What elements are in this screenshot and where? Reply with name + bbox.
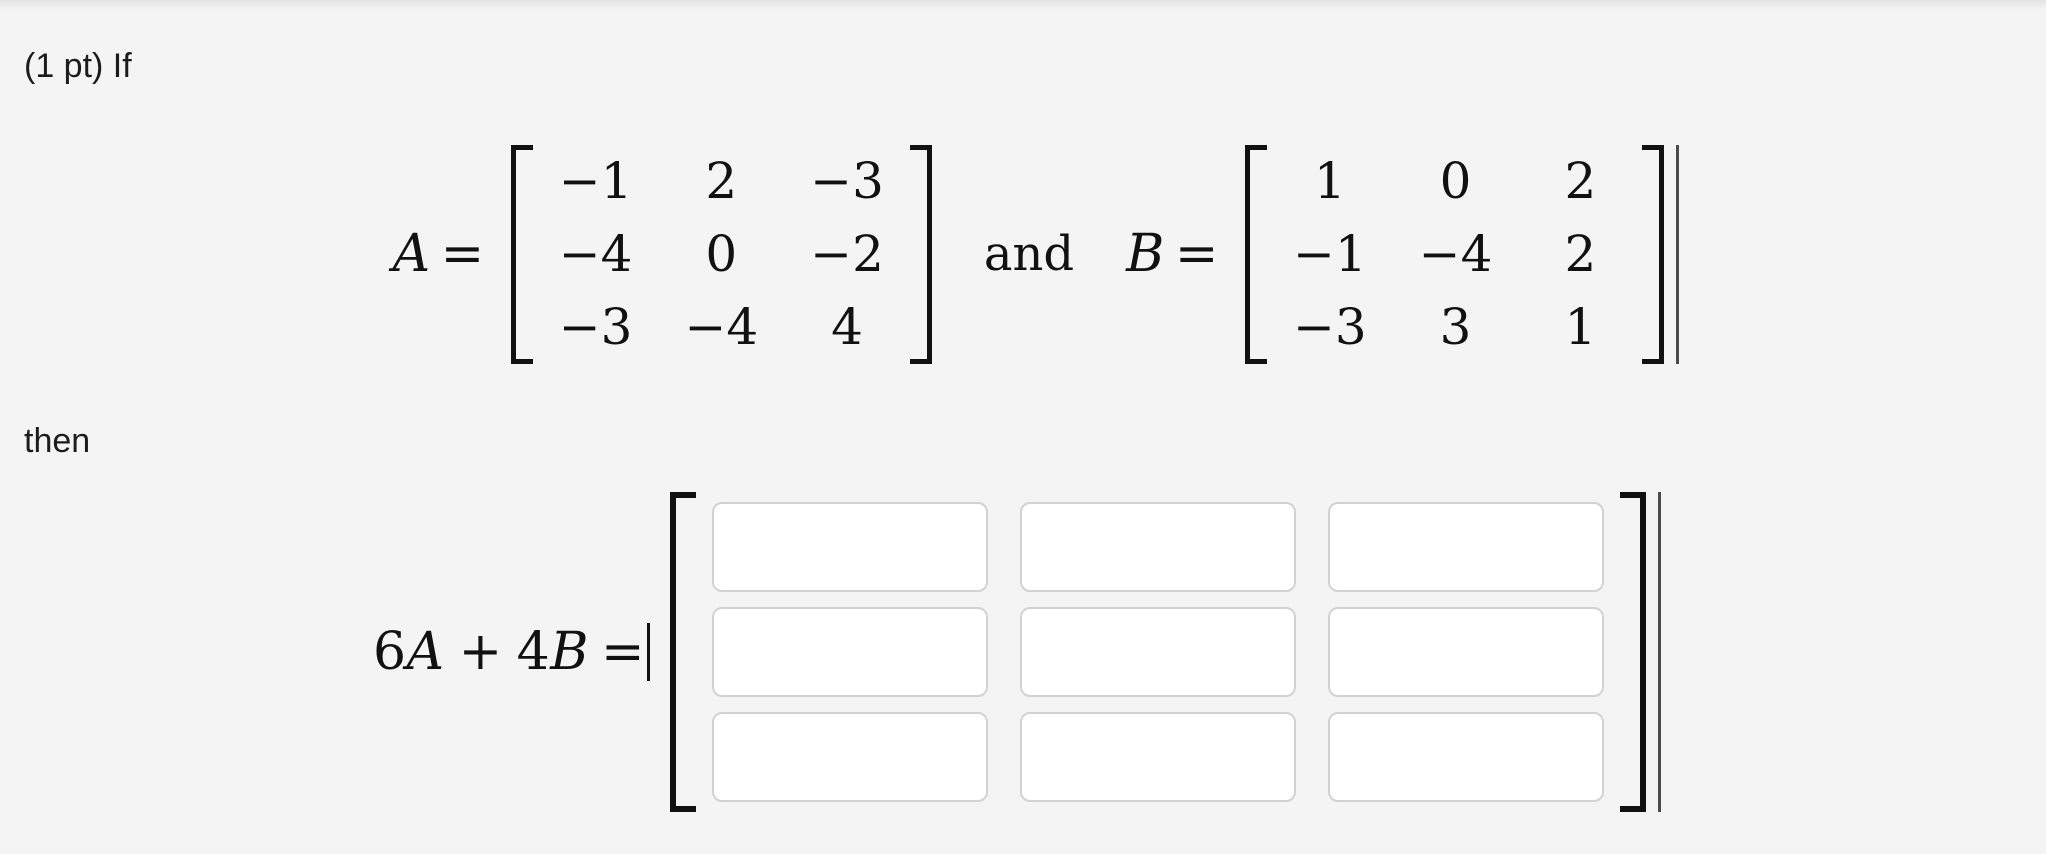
matrix-b-cell: 2 — [1564, 224, 1597, 283]
coefficient-a: 6 — [372, 621, 407, 682]
matrix-a-cell: 2 — [705, 151, 738, 210]
answer-equals: = — [600, 621, 646, 682]
answer-input-r2c1[interactable] — [712, 606, 989, 697]
answer-expression: 6A +4B = — [373, 622, 652, 682]
matrix-a-cell: 0 — [705, 224, 738, 283]
matrix-a-cell: −4 — [558, 224, 633, 283]
answer-matrix-row — [712, 711, 1605, 802]
matrix-a-right-bracket — [909, 144, 932, 364]
answer-input-r3c1[interactable] — [712, 711, 989, 802]
matrix-row: 1 0 2 — [1267, 145, 1642, 218]
matrix-b: 1 0 2 −1 −4 2 −3 3 1 — [1244, 144, 1680, 364]
matrix-b-cell: 0 — [1439, 151, 1472, 210]
answer-input-r1c2[interactable] — [1020, 501, 1297, 592]
matrix-a-cell: 4 — [831, 297, 863, 356]
answer-input-r3c2[interactable] — [1020, 711, 1297, 802]
matrix-row: −1 −4 2 — [1267, 218, 1642, 291]
problem-then-text: then — [24, 422, 91, 460]
problem-intro-text: (1 pt) If — [24, 47, 132, 85]
matrix-b-left-bracket — [1244, 144, 1267, 364]
matrix-b-equals: = — [1174, 224, 1219, 284]
matrix-b-cell: 2 — [1564, 151, 1597, 210]
matrix-a-cell: −3 — [810, 151, 884, 210]
answer-matrix-row — [712, 501, 1605, 592]
answer-matrix-row — [712, 606, 1605, 697]
matrix-b-cell: 3 — [1439, 297, 1472, 356]
matrix-a-cell: −2 — [810, 224, 884, 283]
matrix-b-cell: 1 — [1313, 151, 1346, 210]
answer-input-r1c1[interactable] — [712, 501, 989, 592]
expression-matrix-b: B — [550, 621, 589, 682]
problem-page: (1 pt) If A = −1 2 −3 −4 0 −2 −3 −4 4 an… — [0, 9, 2046, 854]
coefficient-b: 4 — [516, 621, 551, 682]
matrix-row: −3 3 1 — [1267, 291, 1642, 364]
answer-row: 6A +4B = — [0, 479, 2046, 824]
matrix-a-left-bracket — [510, 144, 533, 364]
matrix-b-cell: 1 — [1564, 297, 1597, 356]
matrix-a-grid: −1 2 −3 −4 0 −2 −3 −4 4 — [533, 145, 910, 364]
matrix-row: −1 2 −3 — [533, 145, 910, 218]
plus-operator: + — [458, 621, 503, 682]
answer-input-r1c3[interactable] — [1328, 501, 1605, 592]
answer-matrix-left-bracket — [670, 491, 697, 812]
matrix-b-label: B = — [1126, 224, 1219, 284]
matrix-b-right-bracket — [1642, 144, 1665, 364]
matrix-a-name: A — [392, 224, 431, 284]
window-top-edge — [0, 0, 2046, 9]
matrix-row: −3 −4 4 — [533, 291, 910, 364]
matrix-a-cell: −1 — [558, 151, 633, 210]
answer-matrix — [670, 491, 1662, 812]
answer-matrix-trailing-rule — [1658, 491, 1662, 812]
matrix-b-cell: −4 — [1418, 224, 1493, 283]
conjunction-and: and — [983, 226, 1075, 282]
matrix-a-label: A = — [393, 224, 485, 284]
matrix-a-cell: −3 — [558, 297, 633, 356]
answer-matrix-right-bracket — [1620, 491, 1647, 812]
matrix-b-cell: −1 — [1292, 224, 1367, 283]
expression-matrix-a: A — [406, 621, 445, 682]
text-cursor — [647, 622, 651, 681]
matrix-b-name: B — [1126, 224, 1165, 284]
matrix-row: −4 0 −2 — [533, 218, 910, 291]
matrix-b-cell: −3 — [1292, 297, 1367, 356]
answer-input-r2c3[interactable] — [1328, 606, 1605, 697]
answer-matrix-grid — [696, 492, 1620, 812]
matrix-b-trailing-rule — [1676, 144, 1680, 364]
answer-input-r3c3[interactable] — [1328, 711, 1605, 802]
matrix-b-grid: 1 0 2 −1 −4 2 −3 3 1 — [1267, 145, 1642, 364]
answer-input-r2c2[interactable] — [1020, 606, 1297, 697]
given-matrices-row: A = −1 2 −3 −4 0 −2 −3 −4 4 and B = 1 0 … — [0, 139, 2046, 369]
matrix-a-cell: −4 — [684, 297, 759, 356]
matrix-a: −1 2 −3 −4 0 −2 −3 −4 4 — [510, 144, 932, 364]
matrix-a-equals: = — [440, 224, 485, 284]
